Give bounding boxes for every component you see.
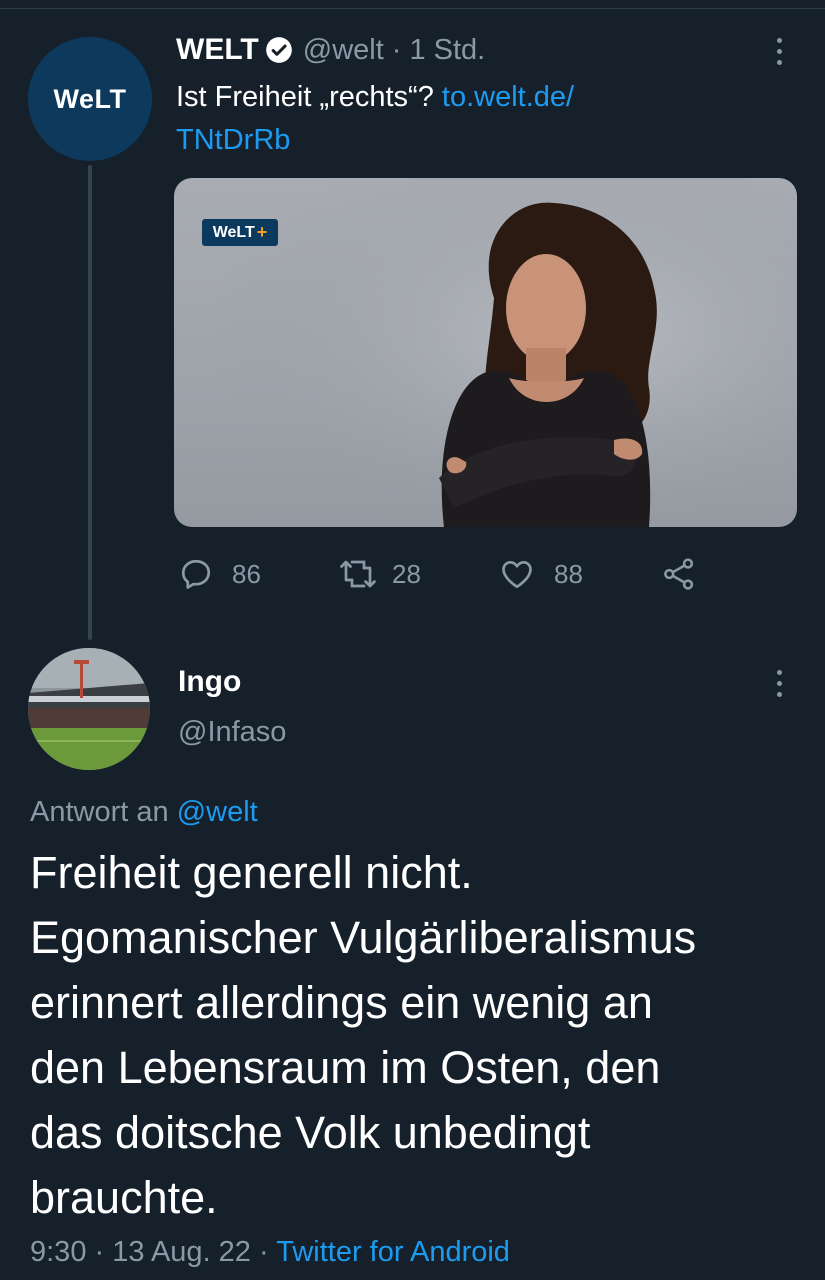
reply-author-handle[interactable]: @Infaso	[178, 716, 286, 749]
reply-count: 86	[232, 558, 261, 589]
share-icon	[664, 558, 694, 590]
header-separator: ·	[391, 33, 402, 66]
parent-tweet-header: WELT @welt · 1 Std.	[176, 30, 485, 70]
like-count: 88	[554, 558, 583, 589]
tweet-date[interactable]: 13 Aug. 22	[112, 1236, 251, 1268]
parent-text: Ist Freiheit „rechts“?	[176, 81, 442, 113]
reply-target-link[interactable]: @welt	[177, 796, 258, 828]
welt-avatar-logo: WeLT	[53, 83, 127, 114]
more-options-icon[interactable]	[773, 670, 785, 697]
tweet-media-image[interactable]: WeLT +	[174, 178, 797, 527]
thread-connector-line	[88, 165, 92, 640]
tweet-source-link[interactable]: Twitter for Android	[276, 1236, 510, 1268]
verified-badge-icon	[265, 36, 293, 64]
reply-author-name[interactable]: Ingo	[178, 665, 241, 699]
parent-tweet-text: Ist Freiheit „rechts“? to.welt.de/ TNtDr…	[176, 76, 736, 162]
retweet-icon	[340, 560, 376, 588]
meta-separator: ·	[259, 1236, 269, 1268]
tweet-time[interactable]: 1 Std.	[409, 34, 485, 67]
reply-prefix: Antwort an	[30, 796, 177, 828]
meta-separator: ·	[94, 1236, 105, 1268]
author-name[interactable]: WELT	[176, 33, 259, 67]
badge-plus: +	[256, 222, 268, 242]
tweet-metadata: 9:30 · 13 Aug. 22 · Twitter for Android	[30, 1236, 510, 1269]
like-button[interactable]: 88	[498, 552, 583, 596]
like-icon	[502, 560, 532, 589]
article-link[interactable]: to.welt.de/	[442, 81, 574, 113]
tweet-time[interactable]: 9:30	[30, 1236, 86, 1268]
reply-context: Antwort an @welt	[30, 796, 258, 829]
retweet-button[interactable]: 28	[338, 552, 421, 596]
welt-plus-badge: WeLT +	[202, 219, 278, 246]
welt-avatar[interactable]: WeLT	[28, 37, 152, 161]
top-divider	[0, 0, 825, 9]
reply-icon	[181, 559, 211, 589]
article-link-continued[interactable]: TNtDrRb	[176, 124, 290, 156]
stadium-photo	[28, 648, 150, 770]
reply-tweet-text: Freiheit generell nicht. Egomanischer Vu…	[30, 847, 697, 1223]
author-handle[interactable]: @welt	[303, 34, 384, 67]
ingo-avatar[interactable]	[28, 648, 150, 770]
reply-button[interactable]: 86	[178, 552, 261, 596]
share-button[interactable]	[660, 552, 698, 596]
badge-logo: WeLT	[212, 223, 255, 241]
tweet-actions: 86 28 88	[178, 552, 718, 596]
retweet-count: 28	[392, 558, 421, 589]
more-options-icon[interactable]	[773, 38, 785, 65]
